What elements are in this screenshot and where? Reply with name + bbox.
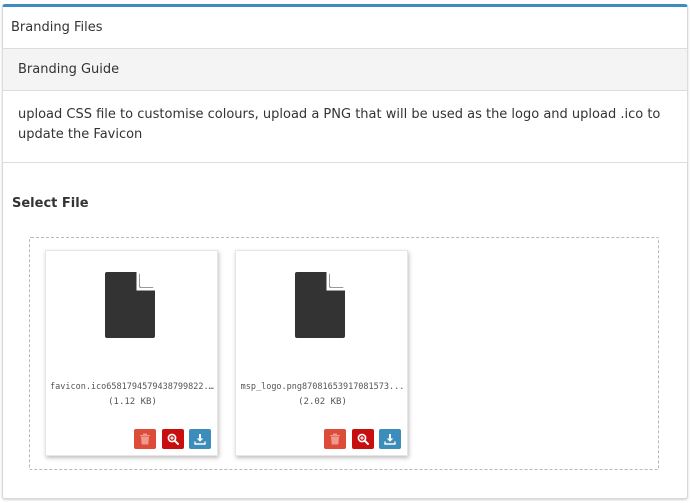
trash-icon (140, 433, 150, 445)
file-card: msp_logo.png87081653917081573... (2.02 K… (235, 250, 408, 456)
file-icon (295, 272, 345, 338)
download-icon (384, 434, 396, 445)
download-file-button[interactable] (379, 429, 401, 449)
preview-file-button[interactable] (162, 429, 184, 449)
file-name: favicon.ico65817945794387998​22.t... (50, 382, 215, 392)
file-icon (105, 272, 155, 338)
zoom-in-icon (167, 433, 179, 445)
zoom-in-icon (357, 433, 369, 445)
panel-title: Branding Files (11, 20, 103, 35)
delete-file-button[interactable] (134, 429, 156, 449)
branding-files-panel: Branding Files Branding Guide upload CSS… (2, 4, 688, 499)
trash-icon (330, 433, 340, 445)
download-file-button[interactable] (189, 429, 211, 449)
download-icon (194, 434, 206, 445)
file-size: (1.12 KB) (108, 397, 157, 407)
file-dropzone[interactable]: favicon.ico65817945794387998​22.t... (1.… (29, 237, 659, 470)
branding-guide-box: Branding Guide upload CSS file to custom… (2, 48, 688, 163)
select-file-label: Select File (12, 196, 89, 211)
branding-guide-text: upload CSS file to customise colours, up… (18, 107, 661, 142)
delete-file-button[interactable] (324, 429, 346, 449)
file-card: favicon.ico65817945794387998​22.t... (1.… (45, 250, 218, 456)
file-size: (2.02 KB) (298, 397, 347, 407)
preview-file-button[interactable] (352, 429, 374, 449)
branding-guide-heading: Branding Guide (3, 49, 687, 91)
file-name: msp_logo.png87081653917081573... (240, 382, 405, 392)
